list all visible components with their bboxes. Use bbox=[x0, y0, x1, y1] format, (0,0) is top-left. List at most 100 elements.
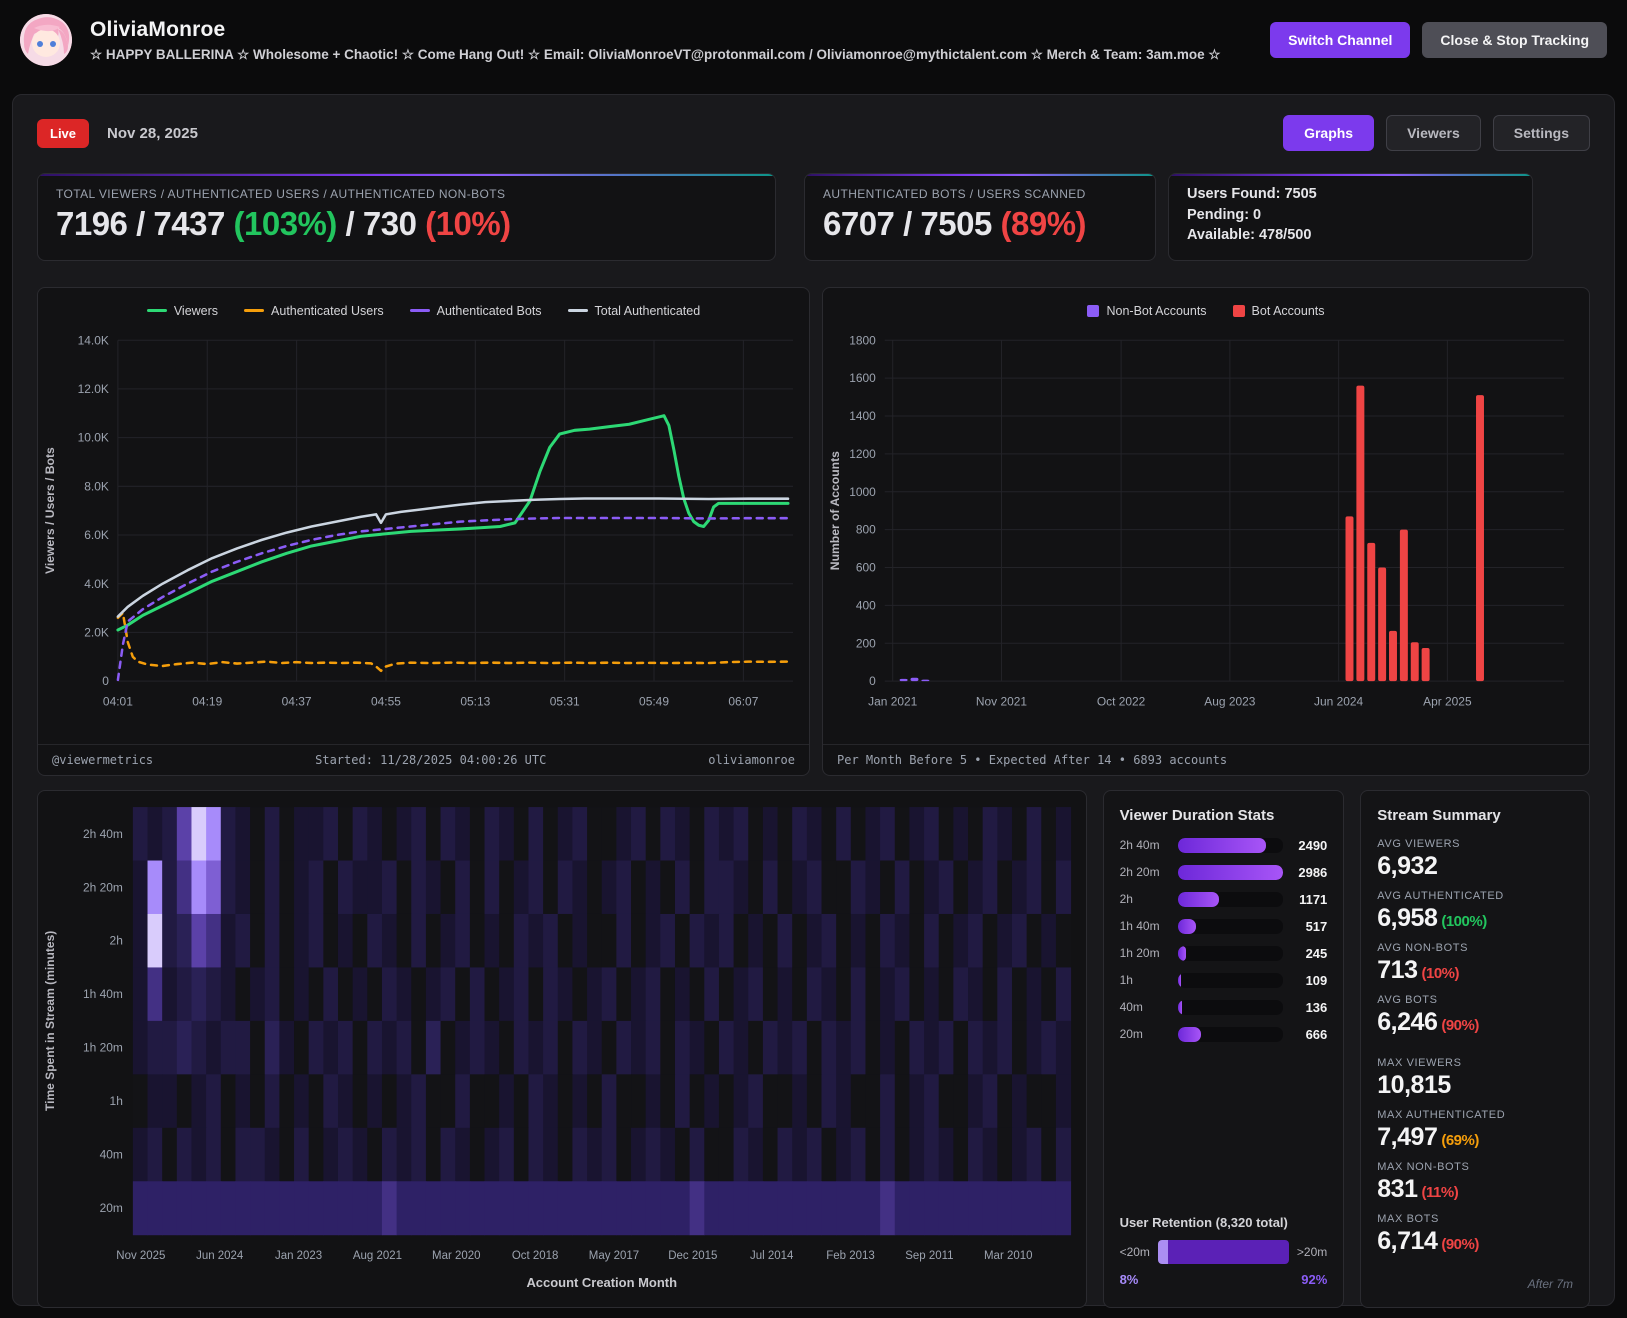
svg-text:1600: 1600 bbox=[849, 371, 876, 385]
retention-bar bbox=[1157, 1239, 1289, 1264]
svg-text:May 2017: May 2017 bbox=[589, 1250, 639, 1262]
duration-label: 1h bbox=[1119, 973, 1133, 988]
legend-item-authenticated-users[interactable]: Authenticated Users bbox=[244, 304, 384, 318]
svg-text:400: 400 bbox=[856, 598, 876, 612]
duration-label: 1h 20m bbox=[1119, 946, 1160, 961]
svg-text:Time Spent in Stream (minutes): Time Spent in Stream (minutes) bbox=[43, 930, 57, 1110]
svg-text:10.0K: 10.0K bbox=[78, 430, 109, 444]
stat-value-segment: (10%) bbox=[425, 205, 511, 242]
line-chart-legend: Viewers Authenticated Users Authenticated … bbox=[38, 288, 809, 324]
duration-bar-track bbox=[1177, 999, 1284, 1015]
legend-swatch bbox=[146, 309, 167, 313]
duration-value: 517 bbox=[1305, 918, 1328, 934]
svg-text:Jul 2014: Jul 2014 bbox=[750, 1250, 794, 1262]
switch-channel-button[interactable]: Switch Channel bbox=[1270, 22, 1411, 58]
duration-row: 40m 136 bbox=[1119, 999, 1327, 1015]
duration-row: 2h 1171 bbox=[1120, 891, 1328, 907]
retention-bar-under20 bbox=[1157, 1239, 1169, 1264]
summary-item-label: MAX BOTS bbox=[1377, 1212, 1439, 1225]
duration-label: 20m bbox=[1119, 1027, 1143, 1042]
legend-label: Bot Accounts bbox=[1251, 303, 1325, 318]
summary-item-value: 6,714 (90%) bbox=[1377, 1226, 1479, 1255]
stat-value-segment: 7196 / 7437 bbox=[56, 205, 234, 242]
svg-text:2h 40m: 2h 40m bbox=[83, 827, 123, 841]
legend-swatch bbox=[1087, 304, 1100, 317]
legend-item-viewers[interactable]: Viewers bbox=[146, 303, 219, 318]
duration-bar-track bbox=[1177, 945, 1284, 961]
duration-value: 2490 bbox=[1298, 837, 1328, 853]
svg-text:1800: 1800 bbox=[849, 333, 876, 347]
svg-text:Number of Accounts: Number of Accounts bbox=[828, 451, 842, 570]
summary-item-value: 6,958 (100%) bbox=[1377, 903, 1487, 932]
live-badge: Live bbox=[37, 118, 90, 148]
close-stop-tracking-button[interactable]: Close & Stop Tracking bbox=[1422, 22, 1607, 58]
summary-item: MAX NON-BOTS 831 (11%) bbox=[1377, 1161, 1573, 1204]
duration-bar-fill bbox=[1177, 918, 1196, 934]
channel-title: OliviaMonroe bbox=[90, 17, 226, 41]
legend-item-bot-accounts[interactable]: Bot Accounts bbox=[1232, 303, 1325, 318]
scan-info-line: Pending: 0 bbox=[1187, 206, 1262, 223]
svg-text:Aug 2021: Aug 2021 bbox=[353, 1250, 402, 1262]
tab-settings[interactable]: Settings bbox=[1492, 115, 1590, 151]
summary-item-label: AVG VIEWERS bbox=[1377, 837, 1461, 850]
viewers-line-chart: 04:01 04:19 04:37 04:55 05:13 05:31 05:49 06:07… bbox=[38, 324, 809, 744]
summary-item: MAX BOTS 6,714 (90%) bbox=[1377, 1213, 1573, 1256]
duration-bar-fill bbox=[1177, 972, 1182, 988]
stat-card-total-viewers: TOTAL VIEWERS / AUTHENTICATED USERS / AU… bbox=[37, 173, 776, 261]
duration-label: 40m bbox=[1119, 1000, 1143, 1015]
summary-item-label: MAX NON-BOTS bbox=[1377, 1160, 1470, 1173]
svg-text:800: 800 bbox=[856, 522, 876, 536]
summary-items: AVG VIEWERS 6,932 AVG AUTHENTICATED 6,958 (1… bbox=[1377, 838, 1573, 1265]
summary-item-label: AVG AUTHENTICATED bbox=[1377, 889, 1504, 902]
duration-value: 1171 bbox=[1299, 891, 1328, 907]
svg-text:1200: 1200 bbox=[849, 447, 876, 461]
svg-text:Apr 2025: Apr 2025 bbox=[1423, 694, 1472, 708]
stat-label: AUTHENTICATED BOTS / USERS SCANNED bbox=[823, 187, 1086, 201]
stream-date: Nov 28, 2025 bbox=[107, 124, 198, 142]
legend-item-non-bot-accounts[interactable]: Non-Bot Accounts bbox=[1087, 303, 1207, 318]
summary-item-percent: (100%) bbox=[1441, 912, 1487, 930]
footer-bar-info: Per Month Before 5 • Expected After 14 •… bbox=[837, 752, 1228, 767]
legend-label: Non-Bot Accounts bbox=[1106, 303, 1207, 318]
retention-right-percent: 92% bbox=[1301, 1271, 1328, 1287]
svg-text:600: 600 bbox=[856, 560, 876, 574]
summary-item-value: 713 (10%) bbox=[1377, 955, 1460, 984]
svg-text:05:31: 05:31 bbox=[550, 694, 580, 708]
retention-left-label: <20m bbox=[1119, 1244, 1150, 1259]
tab-viewers[interactable]: Viewers bbox=[1386, 115, 1481, 151]
svg-text:04:55: 04:55 bbox=[371, 694, 401, 708]
duration-bar-track bbox=[1177, 891, 1284, 907]
bottom-row: 2h 40m 2h 20m 2h 1h 40m 1h 20m 1h 40m 20m Nov 20… bbox=[37, 789, 1591, 1308]
duration-bar-fill bbox=[1177, 999, 1183, 1015]
svg-text:2h: 2h bbox=[110, 933, 123, 947]
tab-graphs[interactable]: Graphs bbox=[1283, 115, 1375, 151]
svg-text:200: 200 bbox=[856, 636, 876, 650]
duration-rows: 2h 40m 2490 2h 20m 2986 2h 1171 1h 40m 517 1h 20… bbox=[1119, 837, 1328, 1054]
legend-swatch bbox=[409, 309, 430, 313]
account-creation-bar-chart: Jan 2021 Nov 2021 Oct 2022 Aug 2023 Jun 2024… bbox=[823, 324, 1589, 744]
summary-item: AVG BOTS 6,246 (90%) bbox=[1377, 994, 1573, 1037]
retention-left-percent: 8% bbox=[1119, 1271, 1139, 1287]
duration-row: 1h 109 bbox=[1119, 972, 1327, 988]
svg-text:12.0K: 12.0K bbox=[78, 382, 109, 396]
duration-bar-track bbox=[1177, 1026, 1284, 1042]
duration-label: 2h 20m bbox=[1119, 865, 1160, 880]
svg-text:05:49: 05:49 bbox=[639, 694, 669, 708]
channel-subtitle: ☆ HAPPY BALLERINA ☆ Wholesome + Chaotic!… bbox=[90, 46, 1221, 62]
svg-text:2.0K: 2.0K bbox=[84, 625, 109, 639]
channel-avatar bbox=[20, 14, 72, 66]
duration-label: 2h 40m bbox=[1119, 838, 1160, 853]
svg-text:Oct 2022: Oct 2022 bbox=[1097, 694, 1146, 708]
channel-header: OliviaMonroe ☆ HAPPY BALLERINA ☆ Wholeso… bbox=[0, 0, 1627, 80]
legend-item-authenticated-bots[interactable]: Authenticated Bots bbox=[409, 304, 542, 318]
user-retention: User Retention (8,320 total) <20m >20m 8… bbox=[1120, 1215, 1328, 1291]
svg-text:1400: 1400 bbox=[849, 409, 876, 423]
svg-text:Jan 2021: Jan 2021 bbox=[868, 694, 917, 708]
svg-text:Mar 2020: Mar 2020 bbox=[432, 1250, 480, 1262]
duration-bar-track bbox=[1177, 864, 1284, 880]
accounts-bar-chart-card: Non-Bot Accounts Bot Accounts Jan 2021 Nov… bbox=[822, 286, 1590, 776]
legend-label: Viewers bbox=[173, 303, 219, 318]
legend-item-total-authenticated[interactable]: Total Authenticated bbox=[567, 304, 700, 318]
line-chart-footer: @viewermetrics Started: 11/28/2025 04:00… bbox=[38, 743, 809, 775]
app-root: OliviaMonroe ☆ HAPPY BALLERINA ☆ Wholeso… bbox=[0, 0, 1627, 1318]
